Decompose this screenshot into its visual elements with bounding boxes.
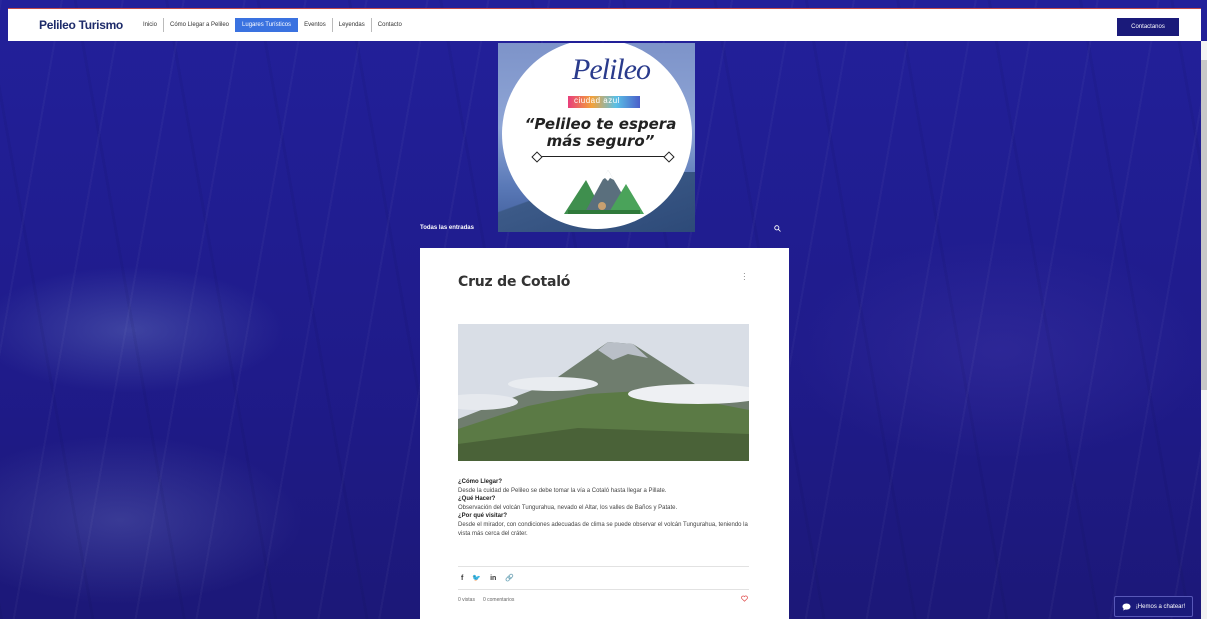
site-brand[interactable]: Pelileo Turismo: [39, 18, 123, 32]
search-icon[interactable]: [774, 225, 781, 232]
post-body: ¿Cómo Llegar? Desde la cuidad de Pelileo…: [458, 478, 758, 538]
logo-subtitle: ciudad azul: [574, 96, 620, 105]
chat-button[interactable]: ¡Hemos a chatear!: [1114, 596, 1193, 617]
slogan-line-2: más seguro”: [546, 132, 655, 150]
chat-bubble-icon: [1122, 602, 1131, 611]
answer-why-visit: Desde el mirador, con condiciones adecua…: [458, 521, 748, 537]
chat-label: ¡Hemos a chatear!: [1135, 603, 1186, 610]
page-scrollbar-thumb[interactable]: [1201, 60, 1207, 390]
linkedin-share-icon[interactable]: in: [490, 575, 496, 582]
more-options-icon[interactable]: · · ·: [743, 270, 747, 284]
answer-how-to-get: Desde la cuidad de Pelileo se debe tomar…: [458, 487, 667, 494]
post-title: Cruz de Cotaló: [458, 274, 571, 290]
all-posts-link[interactable]: Todas las entradas: [420, 225, 474, 231]
hero-logo-circle: Pelileo ciudad azul “Pelileo te espera m…: [502, 43, 692, 229]
share-bar: f 🐦 in 🔗: [458, 566, 749, 590]
hero-banner: Pelileo ciudad azul “Pelileo te espera m…: [498, 43, 695, 232]
nav-item-inicio[interactable]: Inicio: [137, 18, 163, 32]
main-nav: Inicio Cómo Llegar a Pelileo Lugares Tur…: [137, 9, 408, 41]
question-why-visit: ¿Por qué visitar?: [458, 513, 508, 520]
post-stats: 0 vistas 0 comentarios: [458, 597, 514, 603]
comments-count[interactable]: 0 comentarios: [483, 597, 514, 603]
views-count: 0 vistas: [458, 597, 475, 603]
answer-what-to-do: Observación del volcán Tungurahua, nevad…: [458, 504, 678, 511]
logo-wordmark: Pelileo: [572, 53, 651, 86]
facebook-share-icon[interactable]: f: [461, 575, 463, 582]
heart-icon[interactable]: [741, 595, 748, 602]
slogan-line-1: “Pelileo te espera: [524, 115, 677, 133]
nav-item-lugares-turisticos[interactable]: Lugares Turísticos: [235, 18, 299, 32]
slogan-divider: [535, 156, 671, 157]
question-how-to-get: ¿Cómo Llegar?: [458, 479, 503, 485]
question-what-to-do: ¿Qué Hacer?: [458, 496, 496, 503]
post-image-volcano: [458, 324, 749, 461]
hero-slogan: “Pelileo te espera más seguro”: [514, 116, 687, 150]
blog-post-card: Cruz de Cotaló · · · ¿Cómo Llegar? Desde l…: [420, 248, 789, 619]
mountains-illustration: [564, 170, 644, 214]
volcano-illustration: [458, 324, 749, 461]
nav-item-eventos[interactable]: Eventos: [298, 18, 332, 32]
nav-item-contacto[interactable]: Contacto: [370, 18, 408, 32]
nav-item-como-llegar[interactable]: Cómo Llegar a Pelileo: [162, 18, 235, 32]
site-header: Pelileo Turismo Inicio Cómo Llegar a Pel…: [8, 9, 1201, 41]
twitter-share-icon[interactable]: 🐦: [472, 574, 481, 582]
nav-item-leyendas[interactable]: Leyendas: [331, 18, 371, 32]
link-share-icon[interactable]: 🔗: [505, 574, 514, 582]
contact-button[interactable]: Contactanos: [1117, 18, 1179, 36]
